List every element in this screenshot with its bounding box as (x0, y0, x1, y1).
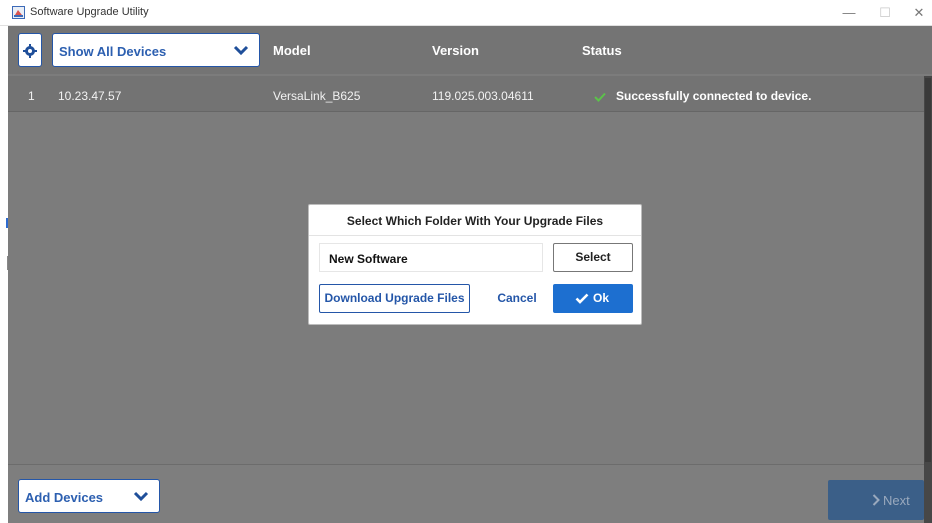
add-devices-label: Add Devices (25, 490, 104, 505)
row-ip-address: 10.23.47.57 (58, 89, 122, 103)
app-icon (12, 6, 25, 19)
ok-button[interactable]: Ok (553, 284, 633, 313)
device-filter-dropdown[interactable]: Show All Devices (52, 33, 260, 67)
folder-path-value: New Software (329, 252, 408, 266)
column-header-version: Version (432, 43, 479, 58)
window-title: Software Upgrade Utility (30, 6, 149, 18)
title-bar: Software Upgrade Utility — ☐ ✕ (0, 0, 932, 26)
close-button[interactable]: ✕ (906, 3, 932, 23)
row-model: VersaLink_B625 (273, 89, 361, 103)
download-upgrade-files-button[interactable]: Download Upgrade Files (319, 284, 470, 313)
next-label: Next (883, 493, 910, 508)
column-header-status: Status (582, 43, 622, 58)
device-filter-label: Show All Devices (59, 44, 167, 59)
chevron-right-icon (872, 494, 880, 506)
add-devices-dropdown[interactable]: Add Devices (18, 479, 160, 513)
select-folder-button[interactable]: Select (553, 243, 633, 272)
settings-button[interactable] (18, 33, 42, 67)
dialog-title: Select Which Folder With Your Upgrade Fi… (346, 214, 604, 228)
dialog-divider (309, 235, 641, 236)
scrollbar-thumb[interactable] (925, 78, 931, 462)
gear-icon (23, 44, 37, 58)
row-status: Successfully connected to device. (616, 89, 812, 103)
chevron-down-icon (133, 491, 149, 502)
folder-select-dialog: Select Which Folder With Your Upgrade Fi… (308, 204, 642, 325)
check-icon (575, 293, 589, 304)
maximize-button[interactable]: ☐ (872, 3, 898, 23)
left-edge (0, 26, 9, 523)
column-header-model: Model (273, 43, 311, 58)
check-icon (594, 89, 606, 107)
vertical-scrollbar[interactable] (924, 76, 932, 523)
cancel-button[interactable]: Cancel (491, 284, 543, 313)
folder-path-field[interactable]: New Software (319, 243, 543, 272)
next-button[interactable]: Next (828, 480, 924, 520)
minimize-button[interactable]: — (836, 3, 862, 23)
chevron-down-icon (233, 45, 249, 56)
ok-label: Ok (593, 291, 610, 305)
row-index: 1 (28, 89, 35, 103)
row-version: 119.025.003.04611 (432, 89, 534, 103)
